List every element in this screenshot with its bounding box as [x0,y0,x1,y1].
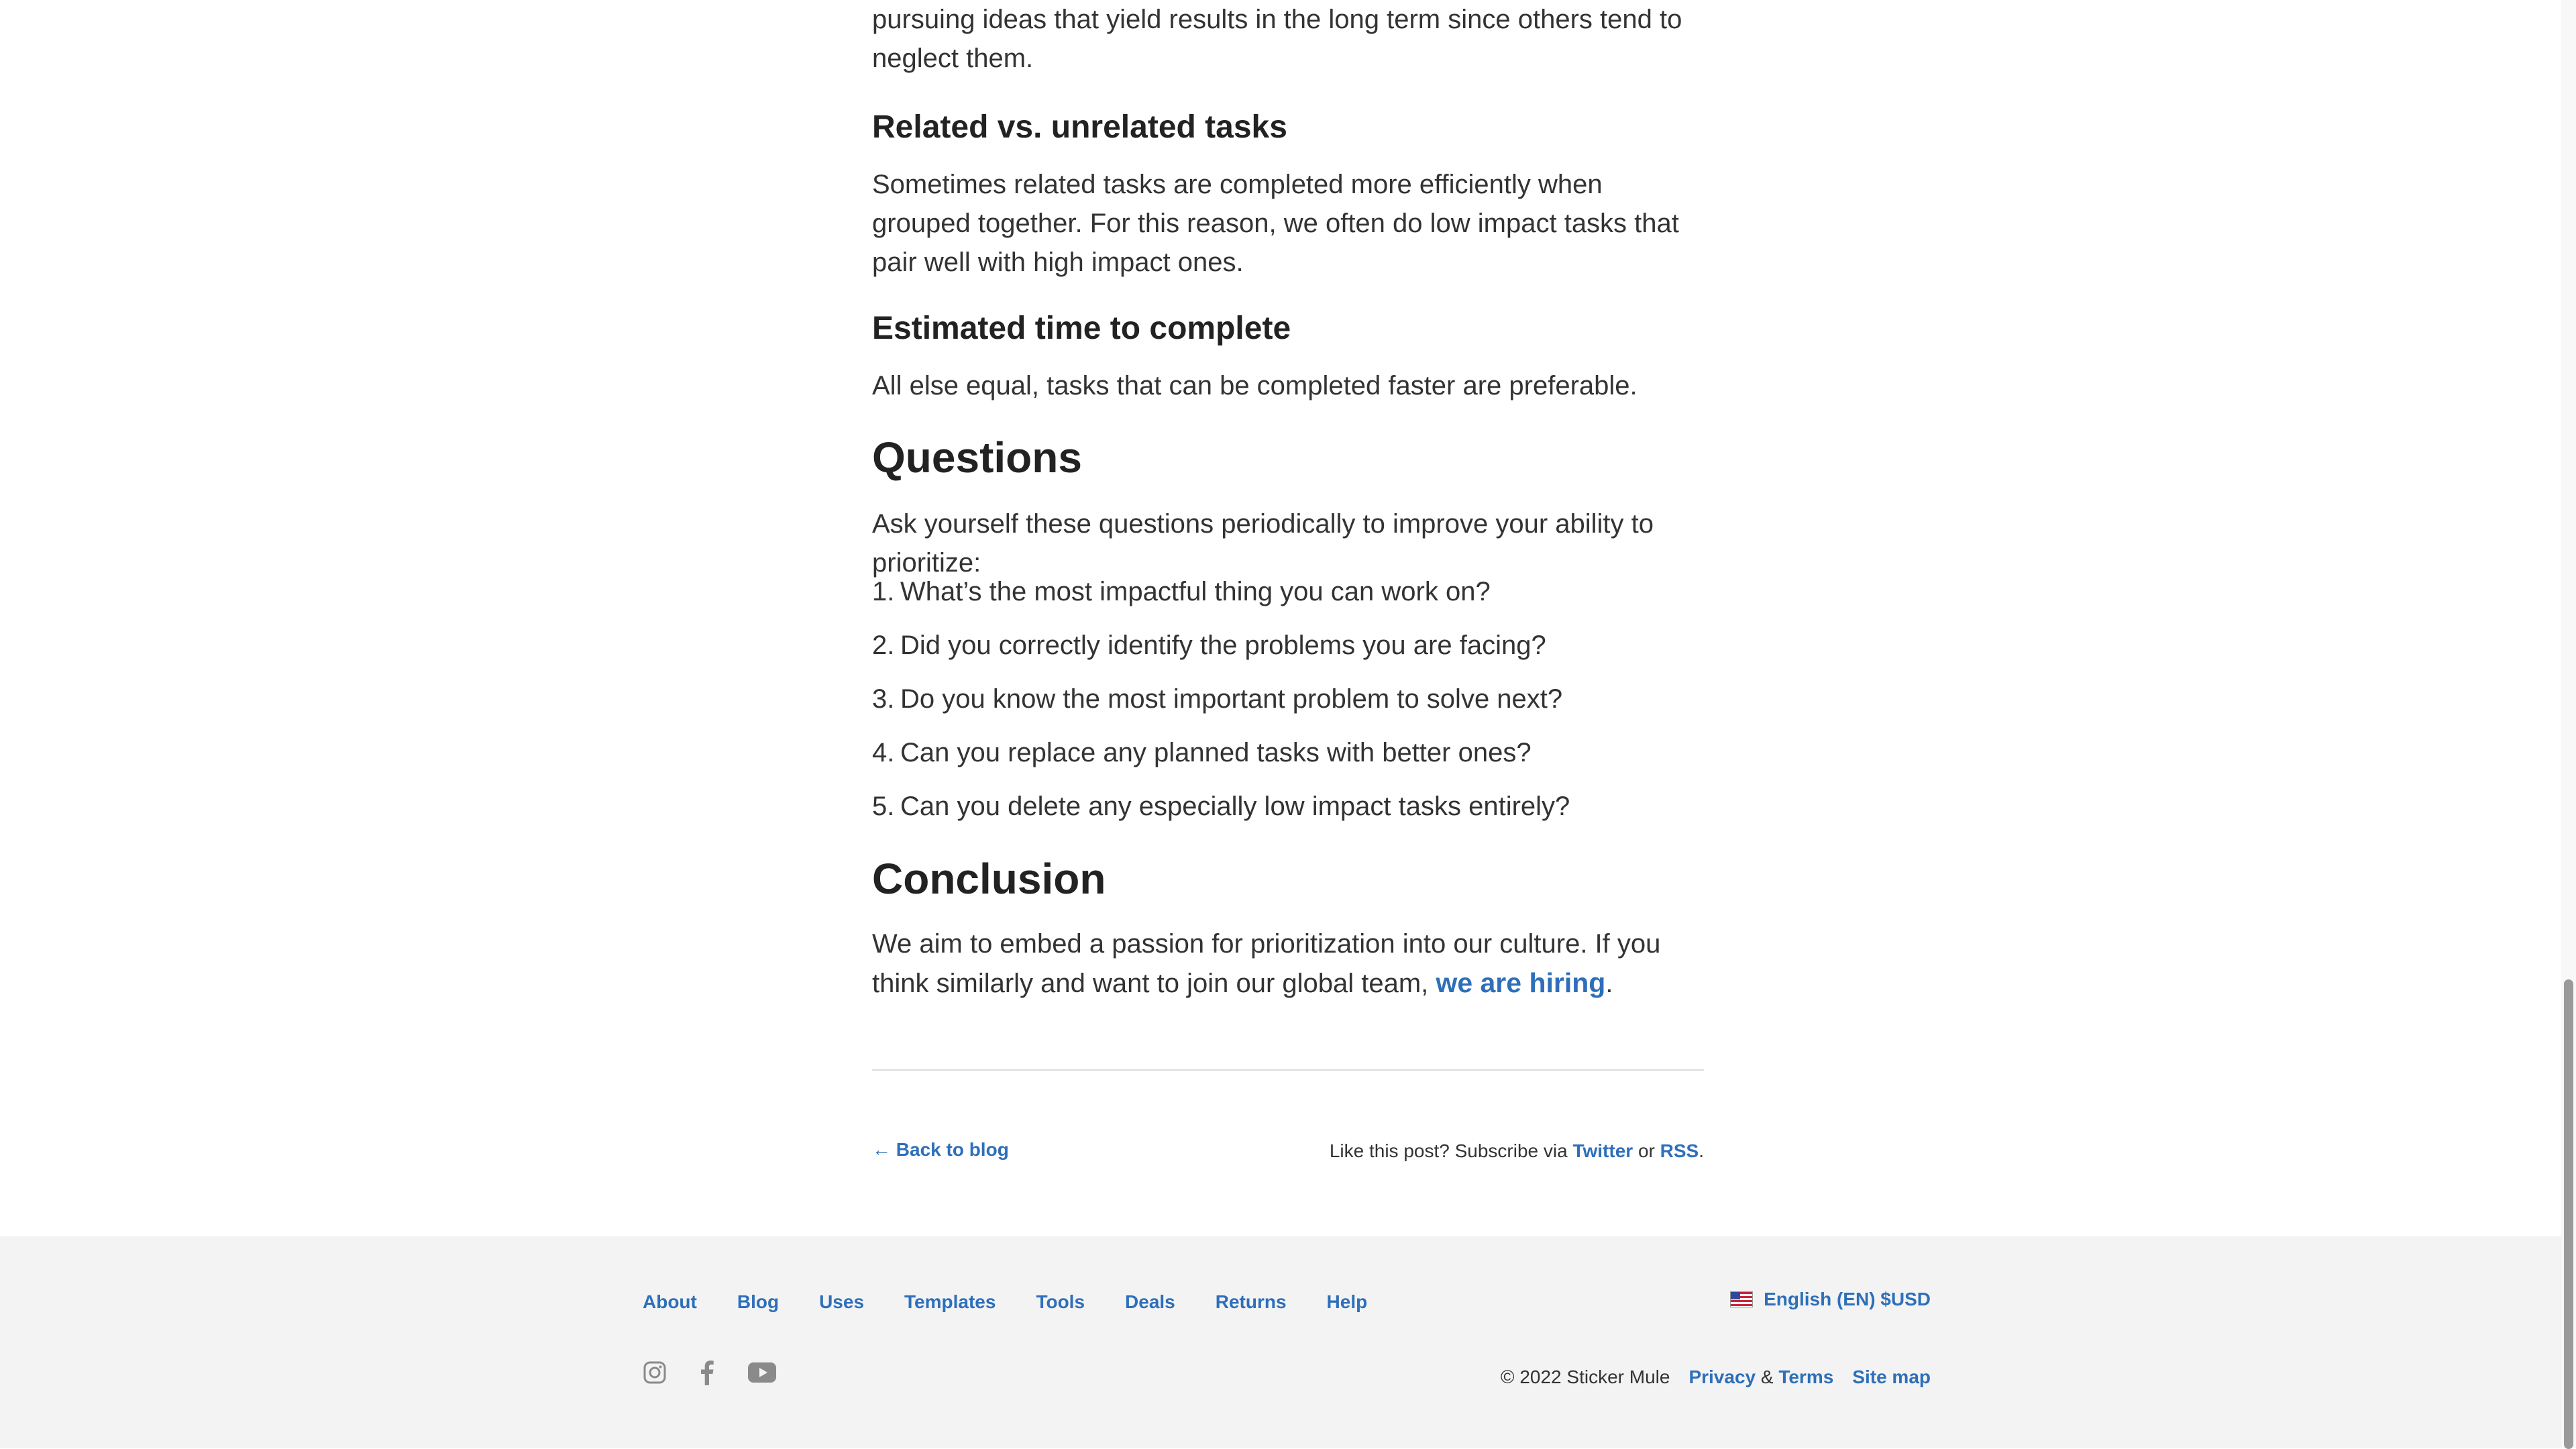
language-selector[interactable]: English (EN) $USD [1730,1289,1931,1310]
social-links [643,1360,777,1385]
privacy-link[interactable]: Privacy [1688,1366,1756,1388]
instagram-icon[interactable] [643,1360,667,1385]
divider [872,1069,1704,1071]
list-item: 3. Do you know the most important problem… [872,680,1562,718]
language-label: English (EN) $USD [1764,1289,1931,1309]
youtube-icon[interactable] [747,1362,777,1383]
intro-paragraph-tail: pursuing ideas that yield results in the… [872,5,1682,73]
list-text: Can you delete any especially low impact… [900,792,1570,821]
footer-link-tools[interactable]: Tools [1036,1291,1085,1313]
conclusion-paragraph: We aim to embed a passion for prioritiza… [872,924,1704,1003]
list-number: 5. [872,792,895,821]
estimated-time-heading: Estimated time to complete [872,311,1291,346]
questions-heading: Questions [872,433,1082,482]
related-tasks-paragraph: Sometimes related tasks are completed mo… [872,170,1679,277]
footer-link-templates[interactable]: Templates [904,1291,996,1313]
footer-link-returns[interactable]: Returns [1216,1291,1287,1313]
rss-link[interactable]: RSS [1660,1140,1699,1161]
footer-link-uses[interactable]: Uses [819,1291,864,1313]
subscribe-or: or [1633,1140,1660,1161]
us-flag-icon [1730,1291,1754,1307]
footer-link-blog[interactable]: Blog [737,1291,779,1313]
footer-link-help[interactable]: Help [1327,1291,1368,1313]
site-map-link[interactable]: Site map [1852,1366,1931,1388]
copyright-text: © 2022 Sticker Mule [1500,1366,1670,1387]
list-item: 4. Can you replace any planned tasks with… [872,733,1532,772]
list-item: 1. What’s the most impactful thing you ca… [872,572,1491,611]
back-to-blog-link[interactable]: ← Back to blog [872,1139,1009,1161]
footer-nav: About Blog Uses Templates Tools Deals Re… [643,1291,1407,1313]
footer-link-about[interactable]: About [643,1291,697,1313]
related-tasks-heading: Related vs. unrelated tasks [872,109,1287,145]
ampersand: & [1756,1366,1779,1387]
footer-link-deals[interactable]: Deals [1125,1291,1175,1313]
conclusion-heading: Conclusion [872,855,1106,903]
terms-link[interactable]: Terms [1778,1366,1833,1388]
list-text: Do you know the most important problem t… [900,684,1563,714]
we-are-hiring-link[interactable]: we are hiring [1436,967,1605,998]
list-number: 1. [872,577,895,606]
list-item: 5. Can you delete any especially low impa… [872,787,1570,826]
subscribe-end: . [1699,1140,1704,1161]
questions-intro: Ask yourself these questions periodicall… [872,509,1654,578]
list-text: Did you correctly identify the problems … [900,631,1546,660]
subscribe-prefix: Like this post? Subscribe via [1329,1140,1573,1161]
scrollbar[interactable] [2561,0,2576,1449]
facebook-icon[interactable] [699,1360,715,1385]
subscribe-line: Like this post? Subscribe via Twitter or… [1330,1140,1704,1162]
site-footer: About Blog Uses Templates Tools Deals Re… [0,1236,2561,1448]
list-number: 3. [872,684,895,714]
list-number: 4. [872,738,895,767]
list-item: 2. Did you correctly identify the problem… [872,626,1546,665]
conclusion-end: . [1605,969,1613,998]
list-text: Can you replace any planned tasks with b… [900,738,1532,767]
estimated-time-paragraph: All else equal, tasks that can be comple… [872,371,1638,400]
list-number: 2. [872,631,895,660]
scrollbar-thumb[interactable] [2564,979,2573,1449]
twitter-link[interactable]: Twitter [1572,1140,1633,1161]
list-text: What’s the most impactful thing you can … [900,577,1491,606]
footer-legal: © 2022 Sticker Mule Privacy & Terms Site… [1501,1366,1931,1388]
